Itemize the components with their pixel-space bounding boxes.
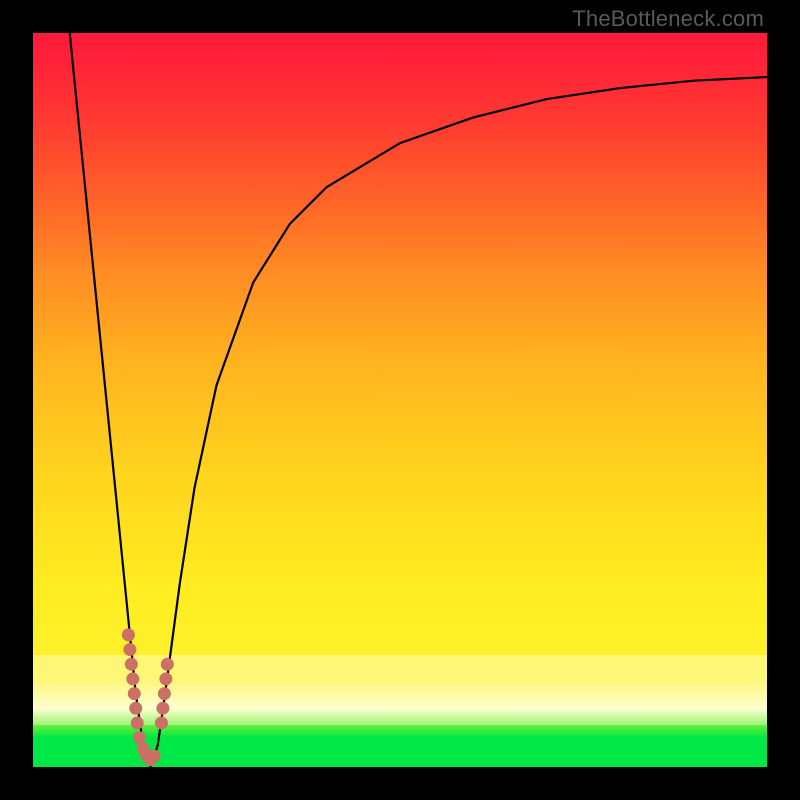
- attribution-label: TheBottleneck.com: [572, 6, 764, 32]
- bottleneck-dot: [133, 731, 146, 744]
- bottleneck-dot: [128, 687, 141, 700]
- bottleneck-dot: [122, 628, 135, 641]
- bottleneck-dot: [158, 687, 171, 700]
- bottleneck-dot: [148, 749, 161, 762]
- bottleneck-dot: [161, 658, 174, 671]
- bottleneck-dot: [131, 716, 144, 729]
- bottleneck-markers: [122, 628, 174, 766]
- bottleneck-dot: [129, 702, 142, 715]
- bottleneck-dot: [155, 716, 168, 729]
- bottleneck-dot: [126, 672, 139, 685]
- bottleneck-dot: [156, 702, 169, 715]
- curves-svg: [33, 33, 767, 767]
- bottleneck-dot: [125, 658, 138, 671]
- chart-frame: TheBottleneck.com: [0, 0, 800, 800]
- curve-right-branch: [150, 77, 767, 767]
- curve-left-branch: [70, 33, 151, 767]
- bottleneck-dot: [159, 672, 172, 685]
- plot-area: [33, 33, 767, 767]
- bottleneck-dot: [123, 643, 136, 656]
